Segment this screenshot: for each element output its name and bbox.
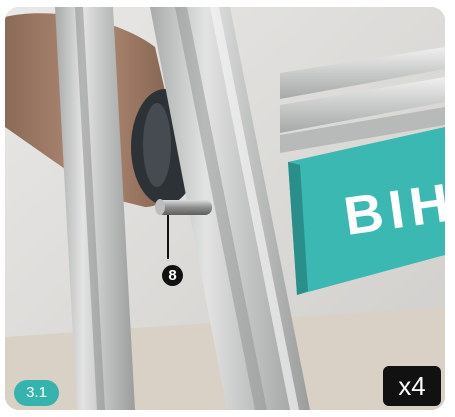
pin-bolt-end: [155, 199, 165, 215]
assembly-scene: BIH: [5, 7, 445, 410]
assembly-photo: BIH 8 3.1 x4: [5, 7, 445, 410]
part-callout-badge: 8: [162, 265, 183, 286]
dark-knob-highlight: [143, 103, 171, 187]
pin-bolt: [157, 200, 212, 215]
quantity-badge: x4: [383, 366, 441, 406]
step-number-badge: 3.1: [14, 380, 59, 406]
